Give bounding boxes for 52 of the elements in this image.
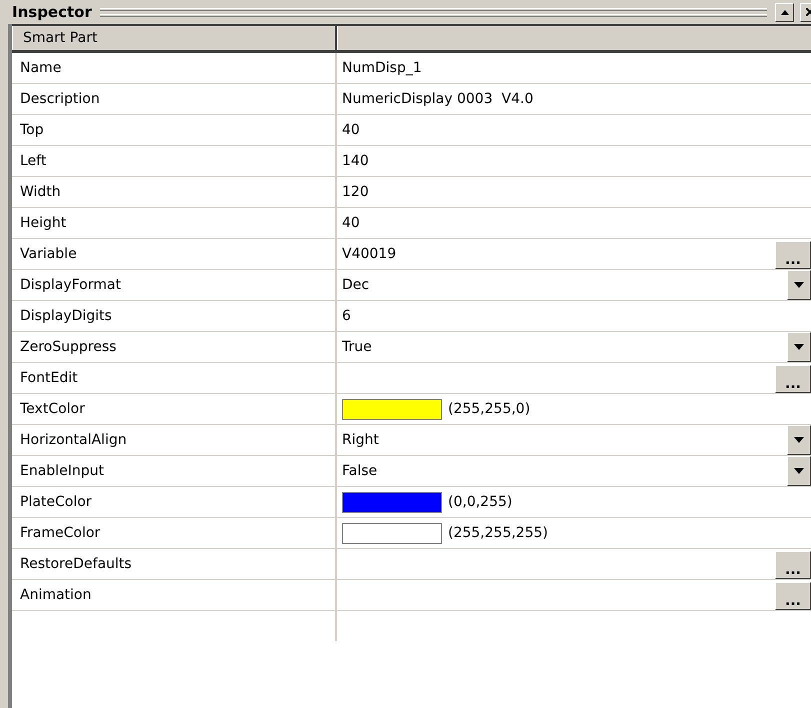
property-value[interactable]: Right [342,432,781,448]
property-name: PlateColor [12,487,337,517]
property-value[interactable]: Dec [342,277,781,293]
property-name: RestoreDefaults [12,549,337,579]
color-swatch[interactable] [342,522,442,544]
color-value: (0,0,255) [448,494,512,510]
color-value: (255,255,255) [448,525,548,541]
property-value[interactable]: False [342,463,781,479]
property-name: HorizontalAlign [12,425,337,455]
property-name: EnableInput [12,456,337,486]
property-name: Description [12,84,337,114]
property-value[interactable]: NumericDisplay 0003 V4.0 [342,91,811,107]
property-name: Width [12,177,337,207]
dropdown-arrow-icon [794,437,804,443]
property-value[interactable]: NumDisp_1 [342,60,811,76]
browse-button[interactable]: ... [775,241,811,269]
dropdown-arrow-icon [794,344,804,350]
property-name: FontEdit [12,363,337,393]
property-name: DisplayFormat [12,270,337,300]
up-arrow-icon [780,10,788,14]
color-swatch[interactable] [342,492,442,512]
property-value[interactable]: 40 [342,215,811,231]
color-value: (255,255,0) [448,401,530,417]
property-name: Name [12,53,337,83]
title-grip[interactable] [100,8,767,16]
dropdown-arrow-icon [794,282,804,288]
property-name: Left [12,146,337,176]
panel-title: Inspector [12,3,92,21]
property-value[interactable]: True [342,339,781,355]
property-name: TextColor [12,394,337,424]
property-value[interactable]: 140 [342,153,811,169]
property-name: Top [12,115,337,145]
collapse-button[interactable] [775,2,794,22]
dropdown-button[interactable] [787,270,811,300]
property-name: FrameColor [12,518,337,548]
property-value[interactable]: 120 [342,184,811,200]
color-swatch[interactable] [342,398,442,420]
browse-button[interactable]: ... [775,582,811,610]
property-name: Animation [12,580,337,610]
dropdown-button[interactable] [787,456,811,486]
dropdown-button[interactable] [787,425,811,455]
property-value[interactable]: 6 [342,308,811,324]
browse-button[interactable]: ... [775,365,811,393]
property-name: Height [12,208,337,238]
property-value[interactable]: 40 [342,122,811,138]
dropdown-button[interactable] [787,332,811,362]
property-value[interactable]: V40019 [342,246,769,262]
dropdown-arrow-icon [794,468,804,474]
property-name: Variable [12,239,337,269]
property-name: ZeroSuppress [12,332,337,362]
browse-button[interactable]: ... [775,551,811,579]
property-name: DisplayDigits [12,301,337,331]
